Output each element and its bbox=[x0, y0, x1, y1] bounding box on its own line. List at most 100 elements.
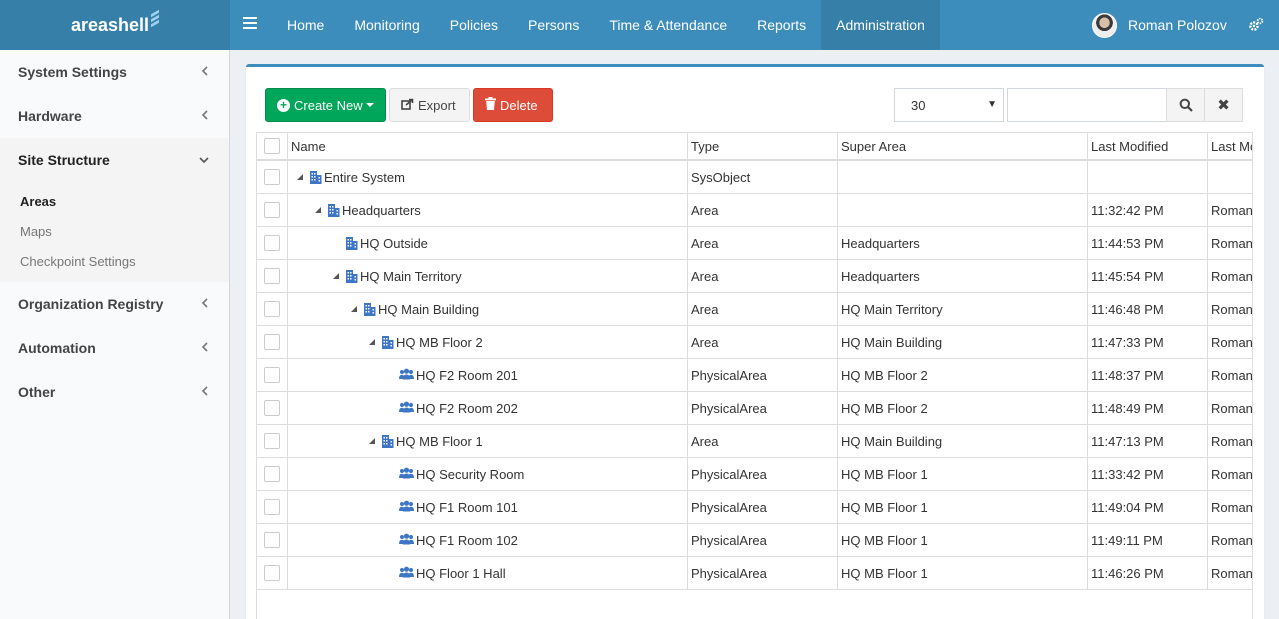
row-checkbox[interactable] bbox=[264, 499, 280, 515]
area-name[interactable]: HQ Floor 1 Hall bbox=[416, 566, 506, 581]
row-checkbox[interactable] bbox=[264, 532, 280, 548]
row-checkbox[interactable] bbox=[264, 466, 280, 482]
table-row[interactable]: Headquarters Area 11:32:42 PM Roman bbox=[257, 194, 1252, 227]
clear-search-button[interactable]: ✖ bbox=[1204, 88, 1243, 122]
row-checkbox[interactable] bbox=[264, 334, 280, 350]
table-row[interactable]: HQ F1 Room 102 PhysicalArea HQ MB Floor 11… bbox=[257, 524, 1252, 557]
people-icon bbox=[399, 368, 414, 382]
area-name[interactable]: HQ F2 Room 201 bbox=[416, 368, 518, 383]
table-row[interactable]: HQ MB Floor 1 Area HQ Main Building 11:47:1… bbox=[257, 425, 1253, 458]
search-input[interactable] bbox=[1007, 88, 1167, 122]
row-checkbox[interactable] bbox=[264, 400, 280, 416]
sidebar-item-label: Hardware bbox=[18, 108, 82, 124]
table-row[interactable]: HQ Main Territory Area Headquarters 11:45:5… bbox=[257, 260, 1253, 293]
nav-item-administration[interactable]: Administration bbox=[821, 0, 940, 50]
people-icon bbox=[399, 500, 414, 514]
area-name[interactable]: HQ F1 Room 101 bbox=[416, 500, 518, 515]
table-row[interactable]: HQ F2 Room 202 PhysicalArea HQ MB Floor 21… bbox=[257, 392, 1253, 425]
collapse-arrow-icon[interactable] bbox=[315, 207, 321, 213]
search-icon bbox=[1179, 98, 1193, 112]
last-modified-by-cell: Roman bbox=[1211, 400, 1253, 416]
sidebar-item-organization-registry[interactable]: Organization Registry bbox=[0, 282, 229, 326]
table-row[interactable]: Entire System SysObject bbox=[257, 161, 1252, 194]
name-cell: Headquarters bbox=[288, 194, 688, 226]
column-header-last-modified[interactable]: Last Modified bbox=[1088, 133, 1208, 159]
area-name[interactable]: Headquarters bbox=[342, 203, 421, 218]
area-name[interactable]: HQ Main Territory bbox=[360, 269, 462, 284]
type-cell: Area bbox=[688, 194, 838, 226]
last-modified-cell: 11:45:54 PM bbox=[1088, 260, 1208, 292]
table-row[interactable]: HQ MB Floor 2 Area HQ Main Building 11:47:3… bbox=[257, 326, 1252, 359]
sidebar-subitem-areas[interactable]: Areas bbox=[0, 186, 229, 216]
type-cell: PhysicalArea bbox=[688, 491, 838, 523]
user-menu[interactable]: Roman Polozov bbox=[1092, 0, 1227, 50]
nav-item-policies[interactable]: Policies bbox=[435, 0, 513, 50]
row-select-cell bbox=[257, 491, 288, 523]
collapse-arrow-icon[interactable] bbox=[369, 438, 375, 444]
row-checkbox[interactable] bbox=[264, 565, 280, 581]
row-checkbox[interactable] bbox=[264, 235, 280, 251]
collapse-arrow-icon[interactable] bbox=[297, 174, 303, 180]
nav-item-persons[interactable]: Persons bbox=[513, 0, 594, 50]
type-cell: Area bbox=[688, 260, 838, 292]
last-modified-by-cell: Roman bbox=[1211, 466, 1253, 482]
search-button[interactable] bbox=[1166, 88, 1205, 122]
gears-icon[interactable] bbox=[1248, 17, 1264, 33]
table-row[interactable]: HQ F1 Room 101 PhysicalArea HQ MB Floor 11… bbox=[257, 491, 1252, 524]
sidebar-item-hardware[interactable]: Hardware bbox=[0, 94, 229, 138]
last-modified-by-cell: Roman bbox=[1211, 433, 1253, 449]
area-name[interactable]: HQ F1 Room 102 bbox=[416, 533, 518, 548]
row-checkbox[interactable] bbox=[264, 268, 280, 284]
table-row[interactable]: HQ Security Room PhysicalArea HQ MB Floor … bbox=[257, 458, 1253, 491]
row-checkbox[interactable] bbox=[264, 367, 280, 383]
last-modified-cell: 11:33:42 PM bbox=[1088, 458, 1208, 490]
super-area-cell: HQ MB Floor 2 bbox=[838, 359, 1088, 391]
table-row[interactable]: HQ F2 Room 201 PhysicalArea HQ MB Floor 21… bbox=[257, 359, 1252, 392]
select-all-checkbox[interactable] bbox=[264, 138, 280, 154]
row-checkbox[interactable] bbox=[264, 169, 280, 185]
delete-button[interactable]: Delete bbox=[473, 88, 553, 122]
menu-toggle-icon[interactable] bbox=[243, 17, 257, 31]
column-header-super-area[interactable]: Super Area bbox=[838, 133, 1088, 159]
area-name[interactable]: HQ Main Building bbox=[378, 302, 479, 317]
column-header-name[interactable]: Name bbox=[288, 133, 688, 159]
export-button[interactable]: Export bbox=[389, 88, 470, 122]
row-checkbox[interactable] bbox=[264, 202, 280, 218]
row-select-cell bbox=[257, 260, 288, 292]
area-name[interactable]: HQ F2 Room 202 bbox=[416, 401, 518, 416]
area-name[interactable]: HQ MB Floor 2 bbox=[396, 335, 483, 350]
nav-item-reports[interactable]: Reports bbox=[742, 0, 821, 50]
sidebar-subitem-maps[interactable]: Maps bbox=[0, 216, 229, 246]
create-new-button[interactable]: + Create New bbox=[265, 88, 386, 122]
delete-label: Delete bbox=[500, 97, 538, 113]
nav-item-monitoring[interactable]: Monitoring bbox=[339, 0, 434, 50]
collapse-arrow-icon[interactable] bbox=[369, 339, 375, 345]
last-modified-by-cell: Roman bbox=[1211, 268, 1253, 284]
column-header-type[interactable]: Type bbox=[688, 133, 838, 159]
sidebar-item-other[interactable]: Other bbox=[0, 370, 229, 414]
sidebar-item-site-structure[interactable]: Site Structure bbox=[0, 138, 229, 182]
brand-logo[interactable]: areashell bbox=[0, 0, 230, 50]
sidebar-subitem-checkpoint-settings[interactable]: Checkpoint Settings bbox=[0, 246, 229, 276]
area-name[interactable]: HQ Security Room bbox=[416, 467, 524, 482]
last-modified-cell: 11:48:37 PM bbox=[1088, 359, 1208, 391]
column-header-last-modified-by[interactable]: Last Mo bbox=[1208, 133, 1252, 159]
name-cell: HQ Main Territory bbox=[288, 260, 688, 292]
collapse-arrow-icon[interactable] bbox=[351, 306, 357, 312]
area-name[interactable]: HQ Outside bbox=[360, 236, 428, 251]
area-name[interactable]: HQ MB Floor 1 bbox=[396, 434, 483, 449]
table-row[interactable]: HQ Floor 1 Hall PhysicalArea HQ MB Floor 1… bbox=[257, 557, 1252, 590]
nav-item-time-attendance[interactable]: Time & Attendance bbox=[594, 0, 742, 50]
row-checkbox[interactable] bbox=[264, 301, 280, 317]
collapse-arrow-icon[interactable] bbox=[333, 273, 339, 279]
table-row[interactable]: HQ Main Building Area HQ Main Territory 11:… bbox=[257, 293, 1252, 326]
type-cell: PhysicalArea bbox=[688, 392, 838, 424]
table-row[interactable]: HQ Outside Area Headquarters 11:44:53 PM Rom… bbox=[257, 227, 1252, 260]
sidebar-item-automation[interactable]: Automation bbox=[0, 326, 229, 370]
nav-item-home[interactable]: Home bbox=[272, 0, 339, 50]
row-checkbox[interactable] bbox=[264, 433, 280, 449]
area-name[interactable]: Entire System bbox=[324, 170, 405, 185]
last-modified-cell: 11:48:49 PM bbox=[1088, 392, 1208, 424]
sidebar-item-system-settings[interactable]: System Settings bbox=[0, 50, 229, 94]
page-size-select[interactable]: 30 ▼ bbox=[894, 88, 1004, 122]
